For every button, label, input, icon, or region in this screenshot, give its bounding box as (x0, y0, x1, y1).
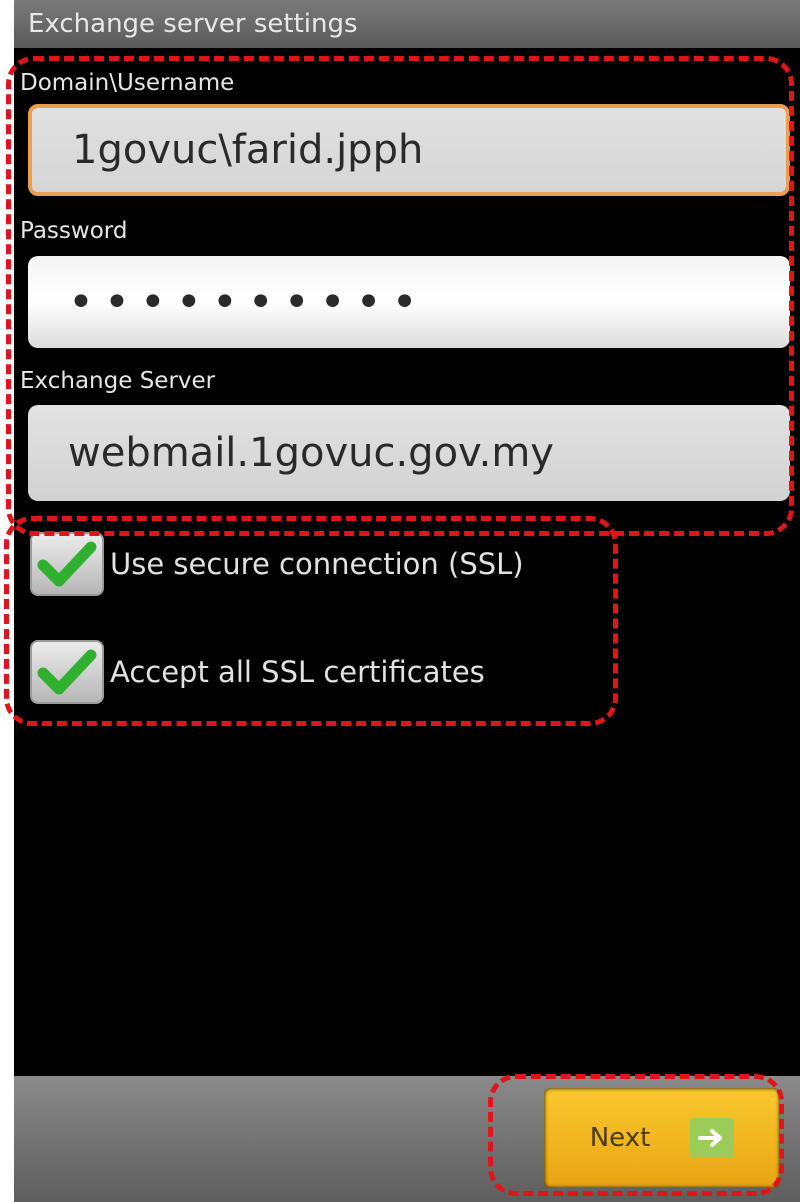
accept-certs-label: Accept all SSL certificates (110, 655, 485, 689)
checkmark-icon (37, 649, 97, 695)
accept-certs-checkbox[interactable] (30, 640, 104, 704)
username-value: 1govuc\farid.jpph (72, 127, 424, 173)
accept-certs-option[interactable]: Accept all SSL certificates (30, 640, 485, 704)
server-value: webmail.1govuc.gov.my (68, 430, 554, 476)
password-label: Password (20, 218, 128, 244)
ssl-label: Use secure connection (SSL) (110, 547, 524, 581)
window-title: Exchange server settings (14, 0, 800, 48)
next-button[interactable]: Next (544, 1088, 780, 1188)
username-label: Domain\Username (20, 70, 235, 96)
server-label: Exchange Server (20, 368, 216, 394)
arrow-right-icon (690, 1118, 735, 1158)
username-field[interactable]: 1govuc\farid.jpph (28, 104, 790, 196)
password-field[interactable]: •••••••••• (28, 256, 790, 348)
checkmark-icon (37, 541, 97, 587)
server-field[interactable]: webmail.1govuc.gov.my (28, 405, 790, 501)
device-screen: Exchange server settings Domain\Username… (14, 0, 800, 1202)
ssl-checkbox[interactable] (30, 532, 104, 596)
ssl-option[interactable]: Use secure connection (SSL) (30, 532, 524, 596)
password-value: •••••••••• (68, 276, 428, 328)
next-label: Next (589, 1123, 651, 1153)
